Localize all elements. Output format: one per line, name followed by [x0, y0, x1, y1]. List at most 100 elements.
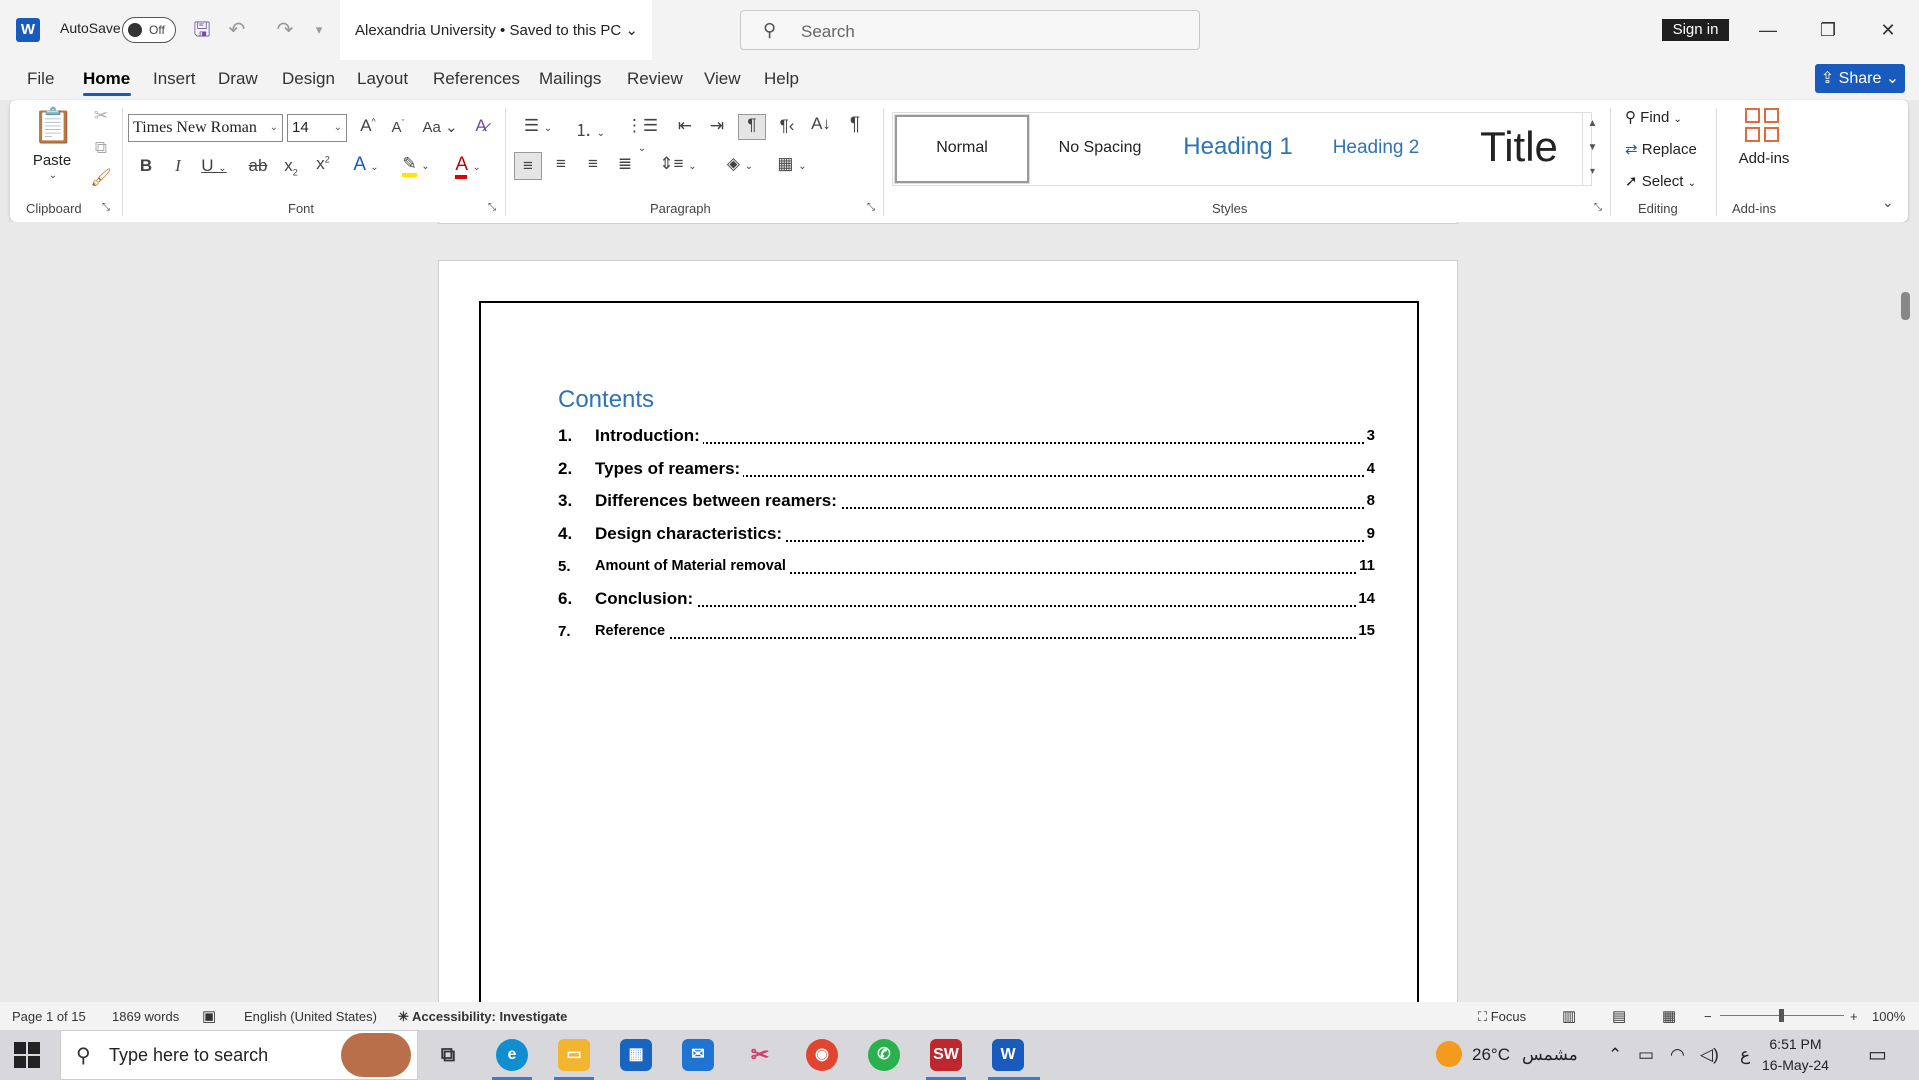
tab-references[interactable]: References — [433, 69, 520, 89]
undo-icon[interactable]: ↶ — [224, 17, 250, 43]
tab-insert[interactable]: Insert — [153, 69, 196, 89]
notifications-icon[interactable]: ▭ — [1868, 1042, 1887, 1067]
toc-entry[interactable]: 5. Amount of Material removal 11 — [558, 556, 1375, 582]
accessibility-status[interactable]: ✳ Accessibility: Investigate — [398, 1009, 567, 1025]
grow-font-icon[interactable]: A^ — [356, 116, 380, 136]
zoom-level[interactable]: 100% — [1872, 1009, 1905, 1024]
zoom-out-icon[interactable]: − — [1704, 1009, 1712, 1024]
document-title-box[interactable]: Alexandria University • Saved to this PC… — [340, 0, 652, 60]
copy-icon[interactable]: ⧉ — [90, 138, 112, 158]
numbering-icon[interactable]: ⒈ ⌄ — [570, 116, 610, 141]
tab-help[interactable]: Help — [764, 69, 799, 89]
clear-formatting-icon[interactable]: A̷ — [468, 116, 494, 136]
solidworks-icon[interactable]: SW — [930, 1039, 962, 1071]
show-hidden-icons-icon[interactable]: ⌃ — [1608, 1045, 1622, 1065]
bold-icon[interactable]: B — [136, 156, 156, 176]
rtl-direction-icon[interactable]: ¶‹ — [774, 116, 800, 136]
bullets-icon[interactable]: ☰ ⌄ — [518, 116, 558, 136]
print-layout-icon[interactable]: ▤ — [1612, 1007, 1626, 1025]
tab-mailings[interactable]: Mailings — [539, 69, 601, 89]
align-right-icon[interactable]: ≡ — [580, 154, 606, 174]
toc-entry[interactable]: 2. Types of reamers: 4 — [558, 459, 1375, 485]
change-case-icon[interactable]: Aa ⌄ — [420, 118, 460, 136]
document-page[interactable]: Contents 1. Introduction: 3 2. Types of … — [438, 260, 1458, 1002]
search-box[interactable]: ⚲ Search — [740, 10, 1200, 50]
sign-in-button[interactable]: Sign in — [1662, 19, 1729, 41]
edge-icon[interactable]: e — [496, 1039, 528, 1071]
save-icon[interactable]: 🖫 — [189, 17, 215, 43]
volume-icon[interactable]: ◁) — [1700, 1045, 1719, 1065]
addins-icon[interactable] — [1745, 108, 1781, 144]
text-effects-icon[interactable]: A ⌄ — [346, 154, 386, 176]
mail-icon[interactable]: ✉ — [682, 1039, 714, 1071]
windows-start-icon[interactable] — [14, 1042, 40, 1068]
tab-view[interactable]: View — [704, 69, 741, 89]
toc-entry[interactable]: 1. Introduction: 3 — [558, 426, 1375, 452]
file-explorer-icon[interactable]: ▭ — [558, 1039, 590, 1071]
redo-icon[interactable]: ↷ — [272, 17, 298, 43]
format-painter-icon[interactable]: 🖌 — [90, 168, 112, 188]
font-size-select[interactable]: 14 ⌄ — [287, 114, 347, 142]
replace-button[interactable]: ⇄ Replace — [1625, 140, 1697, 158]
strikethrough-icon[interactable]: ab — [246, 156, 270, 176]
tab-design[interactable]: Design — [282, 69, 335, 89]
cut-icon[interactable]: ✂ — [90, 106, 112, 126]
paste-dropdown-icon[interactable]: ⌄ — [46, 170, 60, 181]
borders-icon[interactable]: ▦ ⌄ — [772, 154, 812, 174]
justify-icon[interactable]: ≣ — [612, 154, 638, 174]
word-count[interactable]: 1869 words — [112, 1009, 179, 1024]
microsoft-store-icon[interactable]: ▦ — [620, 1039, 652, 1071]
share-button[interactable]: ⇪ Share ⌄ — [1815, 64, 1905, 93]
weather-icon[interactable] — [1436, 1041, 1462, 1067]
underline-icon[interactable]: U ⌄ — [198, 156, 230, 176]
snipping-tool-icon[interactable]: ✂ — [744, 1039, 776, 1071]
shrink-font-icon[interactable]: Aˇ — [386, 118, 410, 136]
collapse-ribbon-icon[interactable]: ⌄ — [1882, 194, 1894, 211]
system-clock[interactable]: 6:51 PM 16-May-24 — [1762, 1034, 1829, 1076]
style-normal[interactable]: Normal — [894, 114, 1030, 184]
weather-temp[interactable]: 26°C — [1472, 1045, 1510, 1065]
style-heading-2[interactable]: Heading 2 — [1309, 115, 1443, 183]
wifi-icon[interactable]: ◠ — [1670, 1045, 1685, 1065]
autosave-toggle[interactable]: Off — [122, 17, 176, 43]
highlight-color-icon[interactable]: ✎ ⌄ — [396, 154, 436, 177]
find-button[interactable]: ⚲ Find ⌄ — [1625, 108, 1682, 126]
read-mode-icon[interactable]: ▥ — [1562, 1007, 1576, 1025]
word-taskbar-icon[interactable]: W — [992, 1039, 1024, 1071]
focus-mode-button[interactable]: ⛶ Focus — [1478, 1009, 1526, 1025]
toc-entry[interactable]: 6. Conclusion: 14 — [558, 589, 1375, 615]
restore-icon[interactable]: ❐ — [1808, 15, 1848, 45]
show-formatting-icon[interactable]: ¶ — [842, 114, 868, 136]
font-launcher-icon[interactable]: ⤡ — [488, 202, 496, 213]
input-language[interactable]: ع — [1740, 1045, 1750, 1065]
style-title[interactable]: Title — [1449, 115, 1589, 183]
align-left-icon[interactable]: ≡ — [514, 152, 542, 180]
close-icon[interactable]: ✕ — [1868, 15, 1908, 45]
tab-review[interactable]: Review — [627, 69, 683, 89]
paragraph-launcher-icon[interactable]: ⤡ — [867, 202, 875, 213]
tab-home[interactable]: Home — [83, 69, 130, 89]
superscript-icon[interactable]: x2 — [312, 154, 334, 174]
zoom-slider-thumb[interactable] — [1779, 1009, 1784, 1022]
toc-entry[interactable]: 4. Design characteristics: 9 — [558, 524, 1375, 550]
style-no-spacing[interactable]: No Spacing — [1033, 115, 1167, 183]
chrome-icon[interactable]: ◉ — [806, 1039, 838, 1071]
select-button[interactable]: ➚ Select ⌄ — [1625, 172, 1696, 190]
proofing-icon[interactable]: ▣ — [202, 1007, 216, 1025]
minimize-icon[interactable]: — — [1748, 15, 1788, 45]
whatsapp-icon[interactable]: ✆ — [868, 1039, 900, 1071]
sort-icon[interactable]: A↓ — [808, 114, 834, 134]
toc-entry[interactable]: 7. Reference 15 — [558, 621, 1375, 647]
task-view-icon[interactable]: ⧉ — [432, 1039, 464, 1071]
font-color-icon[interactable]: A ⌄ — [448, 154, 488, 179]
line-spacing-icon[interactable]: ⇕≡ ⌄ — [658, 154, 698, 174]
styles-scroll-down-icon[interactable]: ▼ — [1583, 136, 1602, 160]
tab-file[interactable]: File — [27, 69, 54, 89]
ltr-direction-icon[interactable]: ¶ — [738, 114, 766, 140]
style-heading-1[interactable]: Heading 1 — [1171, 115, 1305, 183]
multilevel-list-icon[interactable]: ⋮☰ ⌄ — [622, 116, 662, 156]
web-layout-icon[interactable]: ▦ — [1662, 1007, 1676, 1025]
toc-heading[interactable]: Contents — [558, 386, 654, 414]
styles-more-icon[interactable]: ▾ — [1583, 160, 1602, 184]
language-status[interactable]: English (United States) — [244, 1009, 377, 1024]
